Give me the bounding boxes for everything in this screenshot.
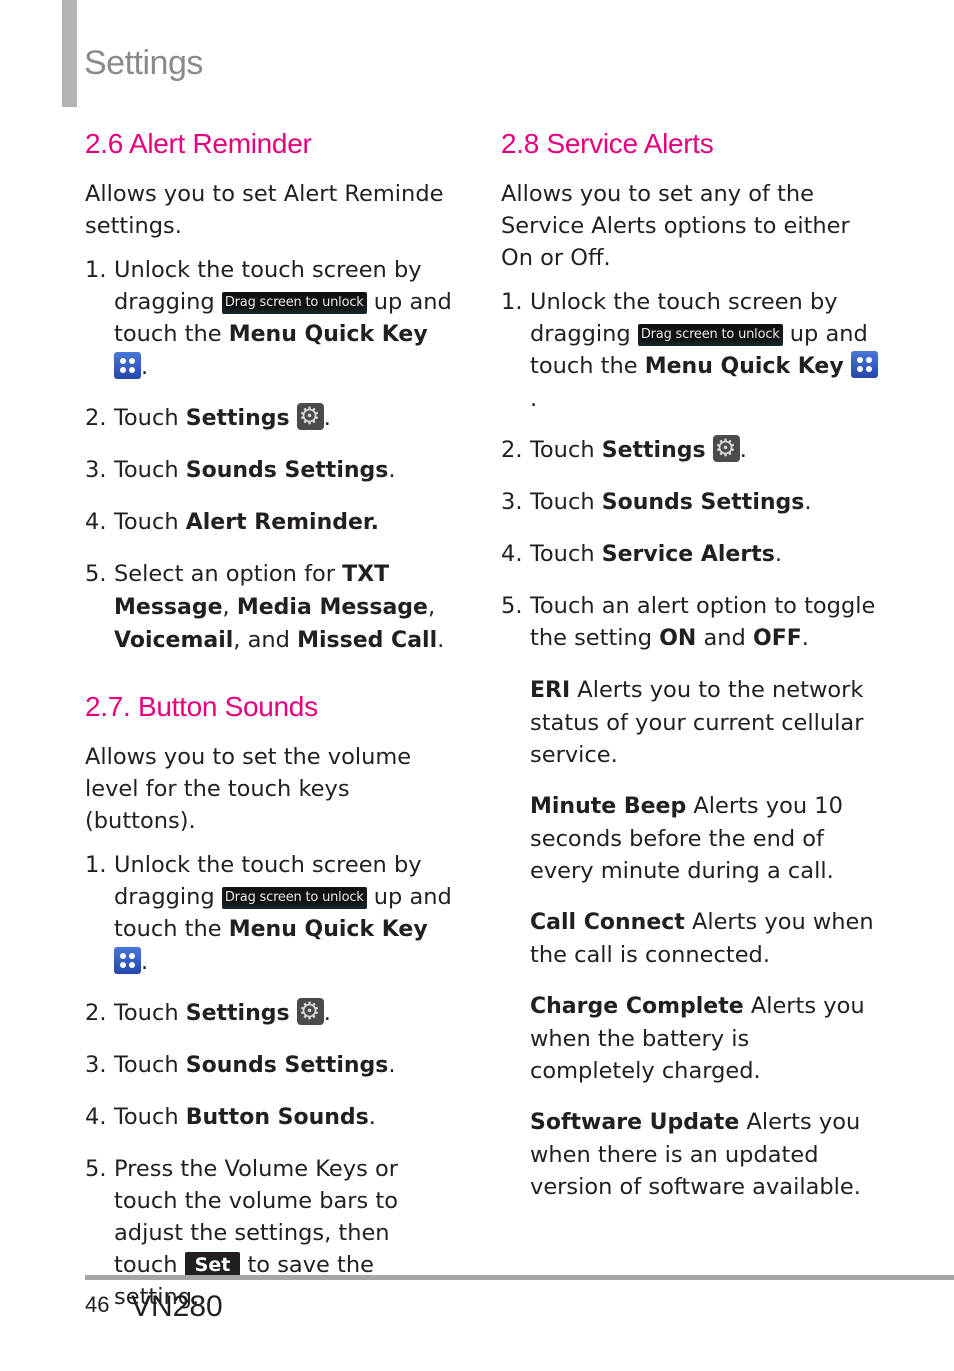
page-number: 46 [85,1292,110,1317]
step-item: 3. Touch Sounds Settings. [85,1052,396,1078]
step-item: 2.Touch Settings . [501,432,881,467]
section-heading-alert-reminder: 2.6 Alert Reminder [85,128,312,159]
step-item: 4. Touch Service Alerts. [501,541,782,567]
drag-to-unlock-icon: Drag screen to unlock [637,324,783,346]
step-item: 5. Press the Volume Keys or touch the vol… [85,1156,398,1310]
footer-divider [85,1275,954,1280]
page-title: Settings [84,44,203,82]
option-description: Charge Complete Alerts you when the batt… [530,993,865,1084]
model-name: VN280 [131,1290,223,1323]
steps-list: 1. Unlock the touch screen by dragging Dr… [85,254,455,657]
option-description: Call Connect Alerts you when the call is… [530,909,874,968]
step-item: 2.Touch Settings . [85,400,455,435]
step-item: 3. Touch Sounds Settings. [85,457,396,483]
section-intro: Allows you to set the volume level for t… [85,744,412,834]
option-description: ERI Alerts you to the network status of … [530,677,864,768]
step-item: 1. Unlock the touch screen by dragging Dr… [501,286,881,415]
right-column: 2.8 Service Alerts Allows you to set any… [501,124,881,1222]
option-description: Software Update Alerts you when there is… [530,1109,861,1200]
drag-to-unlock-icon: Drag screen to unlock [221,887,367,909]
step-item: 5. Touch an alert option to toggle the se… [501,593,876,651]
step-item: 1. Unlock the touch screen by dragging Dr… [85,852,452,975]
step-item: 3. Touch Sounds Settings. [501,489,812,515]
steps-list: 1. Unlock the touch screen by dragging Dr… [501,286,881,655]
section-intro: Allows you to set Alert Reminde settings… [85,181,444,239]
section-heading-button-sounds: 2.7. Button Sounds [85,691,318,722]
settings-gear-icon [712,432,740,464]
steps-list: 1. Unlock the touch screen by dragging Dr… [85,849,455,1313]
section-intro: Allows you to set any of the Service Ale… [501,181,850,271]
settings-gear-icon [296,995,324,1027]
drag-to-unlock-icon: Drag screen to unlock [221,292,367,314]
step-item: 2.Touch Settings . [85,995,455,1030]
step-item: 4. Touch Button Sounds. [85,1104,376,1130]
option-description: Minute Beep Alerts you 10 seconds before… [530,793,843,884]
step-item: 1. Unlock the touch screen by dragging Dr… [85,257,452,380]
left-column: 2.6 Alert Reminder Allows you to set Ale… [85,124,455,1332]
menu-quick-key-icon [114,947,141,974]
settings-gear-icon [296,400,324,432]
section-heading-service-alerts: 2.8 Service Alerts [501,128,714,159]
step-item: 4. Touch Alert Reminder. [85,509,379,535]
menu-quick-key-icon [114,352,141,379]
menu-quick-key-icon [850,351,878,378]
chapter-tab-bar [62,0,77,107]
step-item: 5. Select an option for TXT Message, Medi… [85,561,445,653]
